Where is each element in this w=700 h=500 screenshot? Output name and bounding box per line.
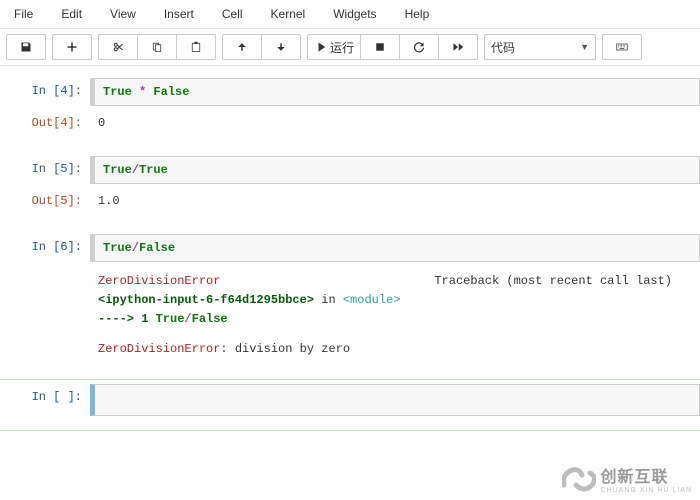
move-up-button[interactable] xyxy=(222,34,262,60)
error-name: ZeroDivisionError xyxy=(98,272,220,291)
scissors-icon xyxy=(112,41,124,53)
restart-run-all-button[interactable] xyxy=(438,34,478,60)
in-prompt: In [4]: xyxy=(0,78,90,98)
menu-help[interactable]: Help xyxy=(391,7,444,21)
code-cell[interactable]: In [6]: True/False xyxy=(0,234,700,262)
token-op: / xyxy=(132,163,139,177)
arrow-up-icon xyxy=(236,41,248,53)
add-cell-button[interactable] xyxy=(52,34,92,60)
out-prompt: Out[4]: xyxy=(0,110,90,130)
stop-icon xyxy=(374,41,386,53)
token-true: True xyxy=(103,163,132,177)
restart-button[interactable] xyxy=(399,34,439,60)
in-prompt: In [6]: xyxy=(0,234,90,254)
in-prompt: In [5]: xyxy=(0,156,90,176)
error-name: ZeroDivisionError xyxy=(98,342,220,356)
run-label: 运行 xyxy=(330,39,354,56)
watermark-text: 创新互联 xyxy=(600,469,668,486)
in-prompt: In [ ]: xyxy=(0,384,90,404)
traceback-output: ZeroDivisionError Traceback (most recent… xyxy=(90,266,700,365)
token-op: * xyxy=(132,85,154,99)
paste-button[interactable] xyxy=(176,34,216,60)
code-cell[interactable]: In [5]: True/True xyxy=(0,156,700,184)
error-message: : division by zero xyxy=(220,342,350,356)
notebook-container: In [4]: True * False Out[4]: 0 In [5]: T… xyxy=(0,66,700,431)
move-down-button[interactable] xyxy=(261,34,301,60)
output-row: Out[4]: 0 xyxy=(0,110,700,136)
save-button[interactable] xyxy=(6,34,46,60)
token-op: / xyxy=(132,241,139,255)
traceback-row: ZeroDivisionError Traceback (most recent… xyxy=(0,266,700,365)
traceback-label: Traceback (most recent call last) xyxy=(434,272,672,291)
toolbar: 运行 代码 ▼ xyxy=(0,29,700,66)
menu-kernel[interactable]: Kernel xyxy=(257,7,320,21)
menubar: File Edit View Insert Cell Kernel Widget… xyxy=(0,0,700,29)
cell-type-select[interactable]: 代码 ▼ xyxy=(484,34,596,60)
token-false: False xyxy=(139,241,175,255)
paste-icon xyxy=(190,41,202,53)
token-true: True xyxy=(103,241,132,255)
menu-view[interactable]: View xyxy=(96,7,150,21)
arrow-down-icon xyxy=(275,41,287,53)
token-true: True xyxy=(156,312,185,326)
command-palette-button[interactable] xyxy=(602,34,642,60)
output-text: 1.0 xyxy=(90,188,700,214)
save-icon xyxy=(20,41,32,53)
code-input[interactable] xyxy=(90,384,700,416)
separator xyxy=(0,430,700,431)
output-row: Out[5]: 1.0 xyxy=(0,188,700,214)
menu-widgets[interactable]: Widgets xyxy=(319,7,390,21)
token-false: False xyxy=(153,85,189,99)
copy-icon xyxy=(151,41,163,53)
menu-cell[interactable]: Cell xyxy=(208,7,257,21)
code-cell[interactable]: In [ ]: xyxy=(0,384,700,416)
separator xyxy=(0,379,700,380)
copy-button[interactable] xyxy=(137,34,177,60)
cut-button[interactable] xyxy=(98,34,138,60)
token-true: True xyxy=(103,85,132,99)
code-input[interactable]: True/False xyxy=(90,234,700,262)
watermark: 创新互联 CHUANG XIN HU LIAN xyxy=(562,463,692,494)
menu-insert[interactable]: Insert xyxy=(150,7,208,21)
token-op: / xyxy=(184,312,191,326)
cell-type-value: 代码 xyxy=(491,39,515,56)
keyboard-icon xyxy=(616,41,628,53)
code-cell[interactable]: In [4]: True * False xyxy=(0,78,700,106)
code-input[interactable]: True/True xyxy=(90,156,700,184)
token-true: True xyxy=(139,163,168,177)
logo-icon xyxy=(562,465,596,493)
chevron-down-icon: ▼ xyxy=(580,42,589,52)
token-false: False xyxy=(192,312,228,326)
traceback-source: <ipython-input-6-f64d1295bbce> xyxy=(98,293,314,307)
plus-icon xyxy=(66,41,78,53)
watermark-subtext: CHUANG XIN HU LIAN xyxy=(600,487,692,494)
run-icon xyxy=(314,41,326,53)
menu-file[interactable]: File xyxy=(0,7,47,21)
traceback-arrow: ----> 1 xyxy=(98,312,156,326)
stop-button[interactable] xyxy=(360,34,400,60)
traceback-module: <module> xyxy=(343,293,401,307)
restart-icon xyxy=(413,41,425,53)
output-text: 0 xyxy=(90,110,700,136)
run-button[interactable]: 运行 xyxy=(307,34,361,60)
menu-edit[interactable]: Edit xyxy=(47,7,96,21)
code-input[interactable]: True * False xyxy=(90,78,700,106)
traceback-in: in xyxy=(314,293,343,307)
fast-forward-icon xyxy=(452,41,464,53)
empty-prompt xyxy=(0,266,90,272)
out-prompt: Out[5]: xyxy=(0,188,90,208)
